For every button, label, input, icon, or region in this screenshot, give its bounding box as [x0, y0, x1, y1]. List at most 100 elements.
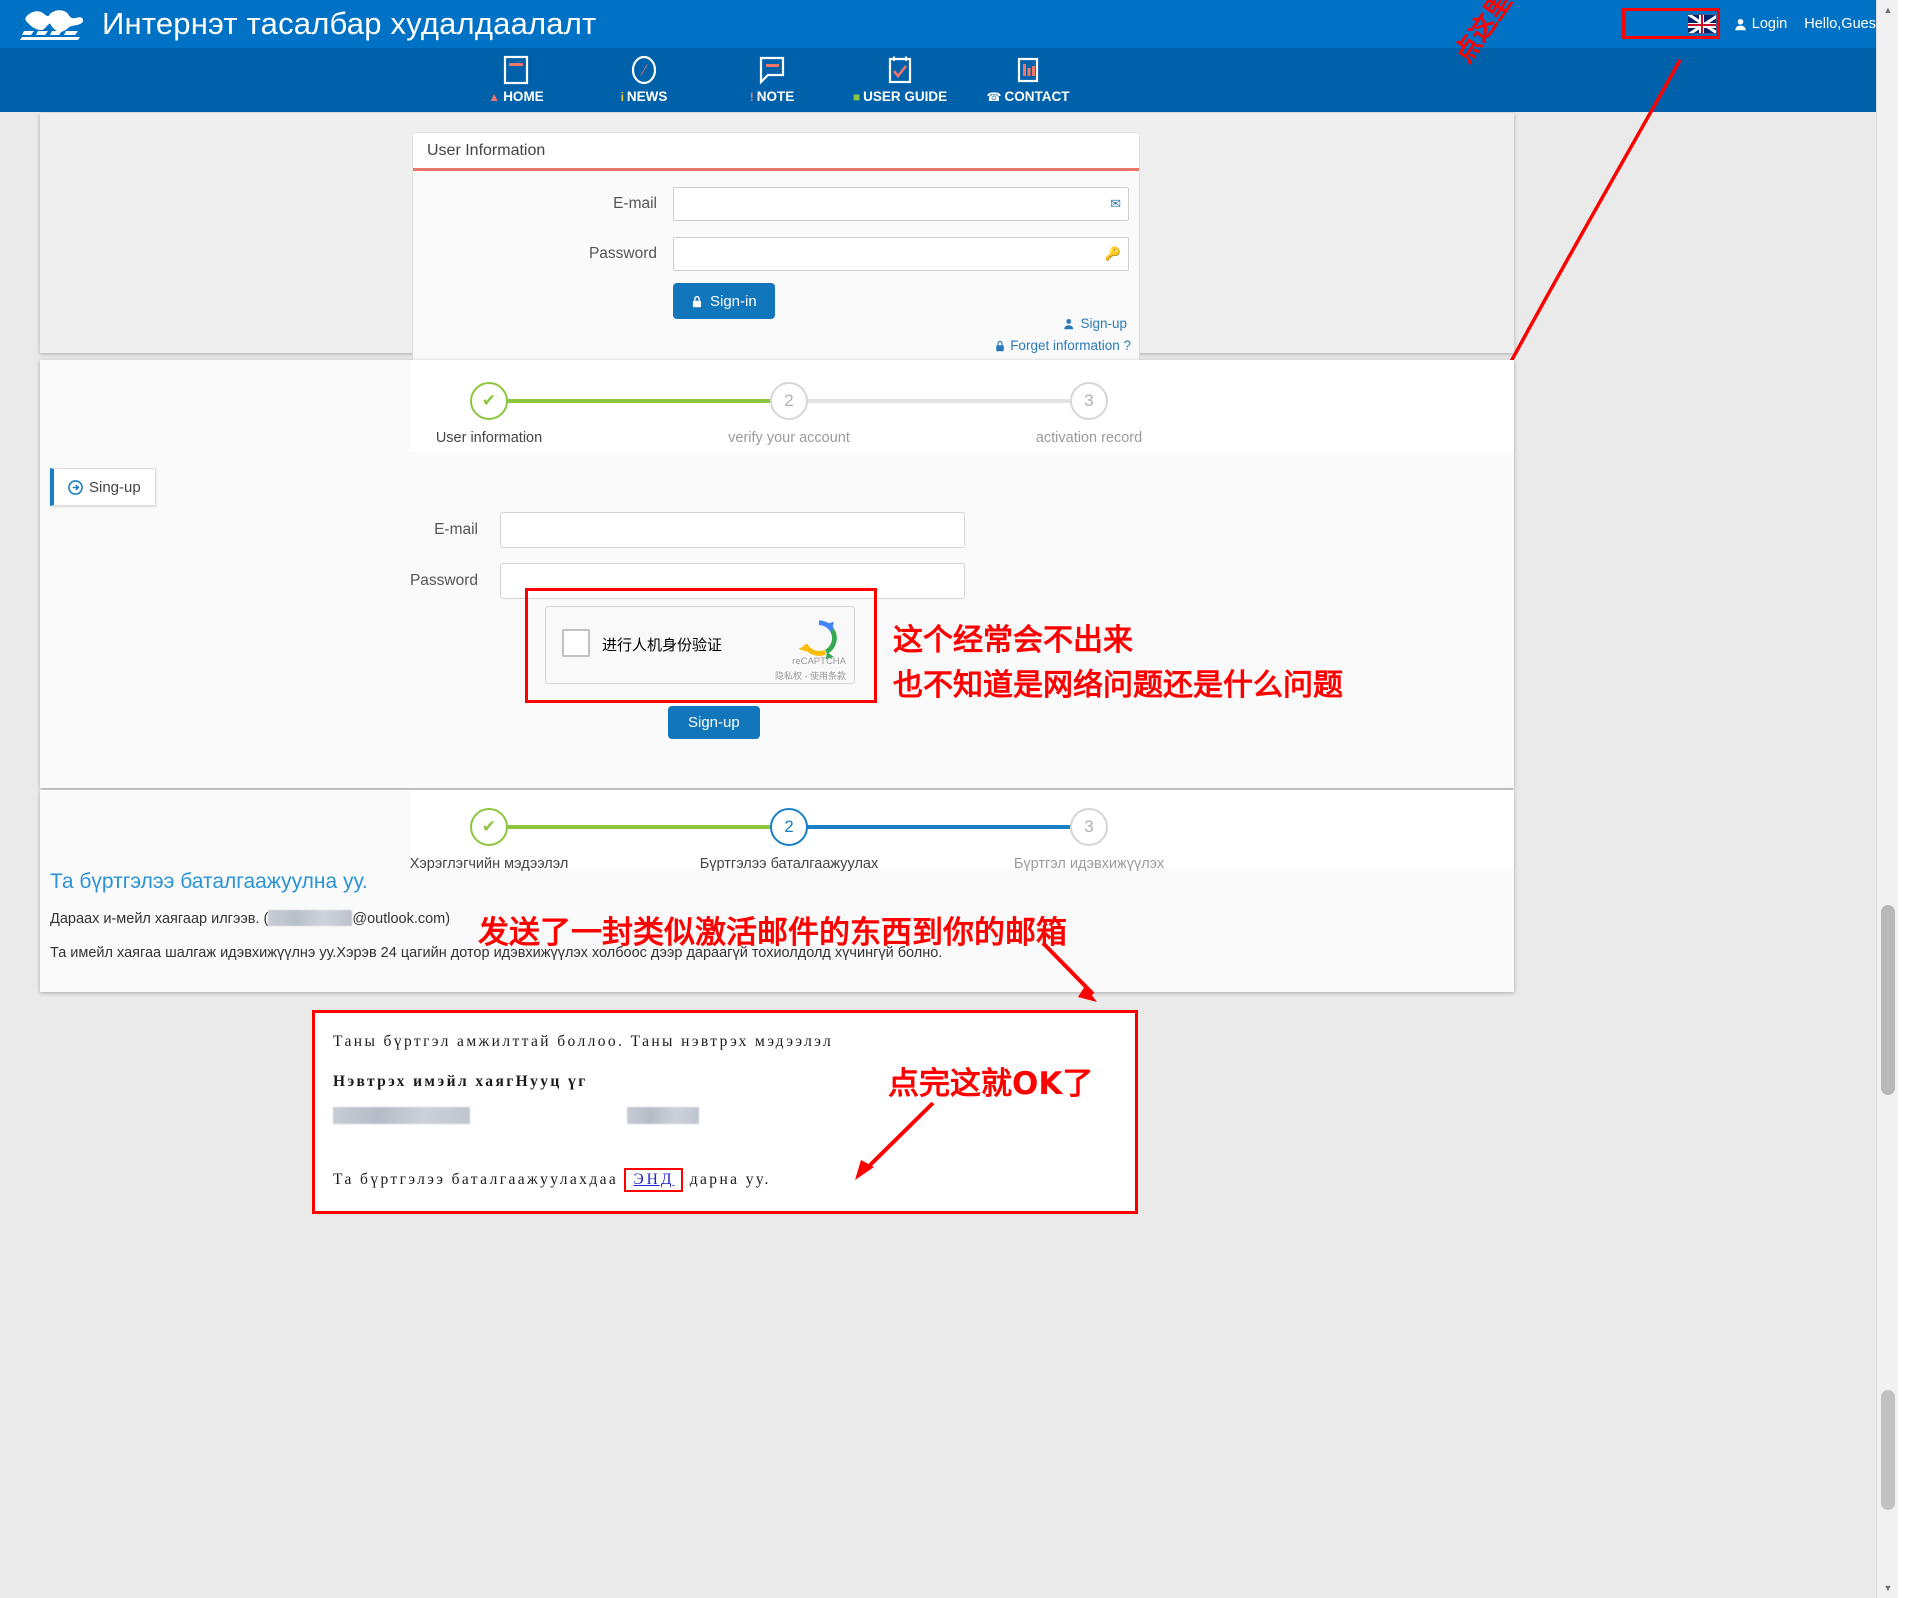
- user-information-panel: User Information E-mail ✉ Password 🔑 Sig…: [412, 132, 1140, 362]
- lock-icon: [692, 295, 702, 307]
- password-input[interactable]: [673, 237, 1129, 271]
- activation-email-box: Таны бүртгэл амжилттай боллоо. Таны нэвт…: [312, 1010, 1138, 1214]
- verify-line1: Дараах и-мейл хаягаар илгээв. ( @outlook.…: [50, 910, 450, 927]
- signin-label: Sign-in: [710, 292, 757, 310]
- signup-step-wizard: ✔ User information 2 verify your account…: [436, 382, 1142, 446]
- note-icon: [756, 54, 788, 86]
- email-line-2: Нэвтрэх имэйл хаягНууц үг: [333, 1073, 588, 1090]
- step-connector-2: [789, 399, 1089, 403]
- verify-title: Та бүртгэлээ баталгаажуулна уу.: [50, 870, 368, 893]
- compass-icon: [628, 54, 660, 86]
- phone-marker-icon: ☎: [986, 89, 1002, 104]
- nav-label-home: ▲ HOME: [488, 89, 544, 104]
- user-add-icon: [1064, 318, 1074, 329]
- signup-password-label: Password: [409, 572, 478, 589]
- scroll-up-arrow[interactable]: ▲: [1877, 0, 1898, 20]
- forget-information-link[interactable]: Forget information ?: [994, 338, 1131, 353]
- email-label: E-mail: [613, 195, 657, 212]
- main-nav: ▲ HOME i NEWS ! NOTE ■ USER GUIDE ☎ CONT…: [0, 48, 1898, 112]
- signup-steps-band: ✔ User information 2 verify your account…: [411, 360, 1514, 452]
- v-connector-1: [489, 825, 789, 829]
- nav-items: ▲ HOME i NEWS ! NOTE ■ USER GUIDE ☎ CONT…: [452, 48, 1092, 104]
- user-icon: [1735, 18, 1746, 30]
- signup-submit-button[interactable]: Sign-up: [668, 706, 760, 739]
- login-section: User Information E-mail ✉ Password 🔑 Sig…: [40, 113, 1514, 362]
- nav-item-news[interactable]: i NEWS: [580, 48, 708, 104]
- home-marker-icon: ▲: [488, 89, 501, 104]
- forget-link-label: Forget information ?: [1010, 338, 1131, 353]
- v-connector-2: [789, 825, 1089, 829]
- email-input[interactable]: [673, 187, 1129, 221]
- login-label: Login: [1751, 16, 1788, 32]
- step-2-marker: 2: [770, 382, 808, 420]
- step-3-marker: 3: [1070, 382, 1108, 420]
- password-input-wrap: 🔑: [673, 237, 1129, 271]
- masked-email-local: [268, 910, 353, 926]
- panel-heading: User Information: [413, 133, 1139, 171]
- recaptcha-highlight-box: [525, 588, 877, 703]
- captcha-annotation-line1: 这个经常会不出来: [893, 623, 1133, 658]
- signup-link-label: Sign-up: [1080, 316, 1127, 331]
- lock-icon-small: [996, 340, 1004, 351]
- email-line-3: Та бүртгэлээ баталгаажуулахдаа ЭНД дарна…: [333, 1168, 771, 1192]
- home-icon: [500, 54, 532, 86]
- guide-icon: [884, 54, 916, 86]
- site-logo[interactable]: [16, 4, 88, 44]
- email-line-3-prefix: Та бүртгэлээ баталгаажуулахдаа: [333, 1171, 619, 1188]
- nav-label-news: i NEWS: [620, 89, 668, 104]
- book-marker-icon: ■: [852, 89, 861, 104]
- nav-label-contact: ☎ CONTACT: [986, 89, 1070, 104]
- signup-link[interactable]: Sign-up: [1063, 316, 1127, 331]
- nav-item-home[interactable]: ▲ HOME: [452, 48, 580, 104]
- nav-item-note[interactable]: ! NOTE: [708, 48, 836, 104]
- password-row: Password 🔑: [413, 237, 1139, 271]
- email-line-1: Таны бүртгэл амжилттай боллоо. Таны нэвт…: [333, 1033, 834, 1050]
- verify-step-wizard: ✔ Хэрэглэгчийн мэдээлэл 2 Бүртгэлээ бата…: [410, 808, 1164, 872]
- browser-content-area: Интернэт тасалбар худалдаалалт Login Hel…: [0, 0, 1898, 1598]
- v-step-3-marker: 3: [1070, 808, 1108, 846]
- site-title: Интернэт тасалбар худалдаалалт: [102, 6, 597, 41]
- login-highlight-box: [1622, 8, 1720, 39]
- verify-line1-suffix: ): [445, 911, 451, 927]
- v-step-1-label: Хэрэглэгчийн мэдээлэл: [409, 856, 569, 872]
- email-input-wrap: ✉: [673, 187, 1129, 221]
- v-step-2-marker: 2: [770, 808, 808, 846]
- login-button[interactable]: Login: [1727, 13, 1794, 35]
- signup-tab-label: Sing-up: [89, 478, 141, 496]
- signup-tab[interactable]: Sing-up: [50, 468, 156, 506]
- verify-section: ✔ Хэрэглэгчийн мэдээлэл 2 Бүртгэлээ бата…: [40, 790, 1514, 992]
- masked-login-email: [333, 1107, 470, 1124]
- verify-steps-band: ✔ Хэрэглэгчийн мэдээлэл 2 Бүртгэлээ бата…: [410, 790, 1514, 872]
- arrow-circle-icon: [68, 479, 83, 495]
- page-scrollbar[interactable]: ▲ ▼: [1876, 0, 1898, 1598]
- nav-label-note: ! NOTE: [749, 89, 795, 104]
- password-label: Password: [588, 245, 657, 262]
- step-1-label: User information: [435, 430, 543, 446]
- v-step-3-label: Бүртгэл идэвхижүүлэх: [1013, 856, 1165, 872]
- activation-link[interactable]: ЭНД: [624, 1168, 684, 1192]
- signin-button[interactable]: Sign-in: [673, 283, 775, 319]
- scroll-thumb-secondary[interactable]: [1881, 1390, 1895, 1510]
- v-step-1-marker: ✔: [470, 808, 508, 846]
- signup-email-input[interactable]: [500, 512, 965, 548]
- step-1-marker: ✔: [470, 382, 508, 420]
- site-header: Интернэт тасалбар худалдаалалт Login Hel…: [0, 0, 1898, 48]
- ok-note-annotation: 点完这就OK了: [888, 1066, 1094, 1102]
- contact-icon: [1012, 54, 1044, 86]
- signup-section: ✔ User information 2 verify your account…: [40, 360, 1514, 788]
- nav-item-contact[interactable]: ☎ CONTACT: [964, 48, 1092, 104]
- nav-label-user-guide: ■ USER GUIDE: [852, 89, 948, 104]
- step-2-label: verify your account: [728, 430, 850, 446]
- signup-email-row: E-mail: [40, 512, 965, 548]
- screenshot-root: Интернэт тасалбар худалдаалалт Login Hel…: [0, 0, 1920, 1598]
- step-3-label: activation record: [1035, 430, 1143, 446]
- scroll-down-arrow[interactable]: ▼: [1877, 1578, 1898, 1598]
- verify-line1-prefix: Дараах и-мейл хаягаар илгээв. (: [50, 911, 269, 927]
- verify-line1-domain: @outlook.com: [352, 911, 446, 927]
- v-step-2-label: Бүртгэлээ баталгаажуулах: [699, 856, 879, 872]
- scroll-thumb[interactable]: [1881, 905, 1895, 1095]
- step-connector-1: [489, 399, 789, 403]
- email-note-annotation: 发送了一封类似激活邮件的东西到你的邮箱: [478, 915, 1067, 951]
- nav-item-user-guide[interactable]: ■ USER GUIDE: [836, 48, 964, 104]
- captcha-annotation-line2: 也不知道是网络问题还是什么问题: [893, 668, 1343, 703]
